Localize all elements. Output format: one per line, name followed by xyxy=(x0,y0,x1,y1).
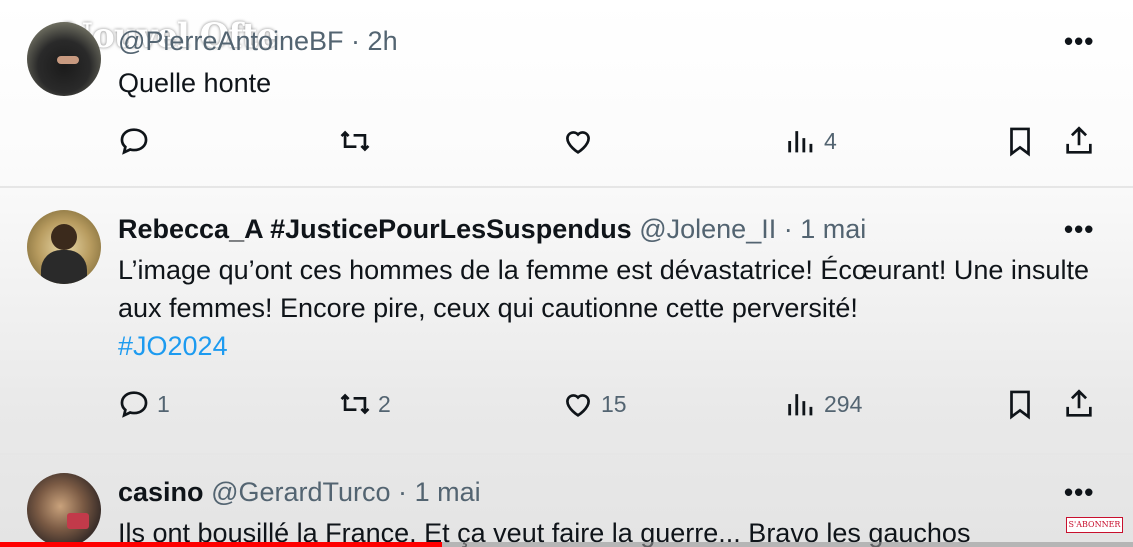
reply-button[interactable]: 1 xyxy=(117,387,170,421)
hashtag-link[interactable]: #JO2024 xyxy=(118,331,228,361)
retweet-button[interactable] xyxy=(338,124,378,158)
bookmark-button[interactable] xyxy=(1003,387,1037,421)
retweet-button[interactable]: 2 xyxy=(338,387,391,421)
like-count: 15 xyxy=(601,390,627,417)
reply-count: 1 xyxy=(157,390,170,417)
tweet-3[interactable]: casino @GerardTurco · 1 mai ••• Ils ont … xyxy=(0,455,1133,547)
separator-dot: · xyxy=(398,477,408,507)
views-icon xyxy=(788,394,813,416)
tweet-header: @PierreAntoineBF · 2h xyxy=(118,26,398,57)
timestamp[interactable]: 1 mai xyxy=(800,214,866,244)
avatar[interactable] xyxy=(27,473,101,547)
bookmark-icon xyxy=(1010,127,1030,157)
video-progress-bar[interactable] xyxy=(0,542,1133,547)
bookmark-button[interactable] xyxy=(1003,124,1037,158)
retweet-icon xyxy=(340,130,370,152)
display-name[interactable]: Rebecca_A #JusticePourLesSuspendus xyxy=(118,214,632,244)
separator-dot: · xyxy=(783,214,793,244)
reply-button[interactable] xyxy=(117,124,157,158)
tweet-header: Rebecca_A #JusticePourLesSuspendus @Jole… xyxy=(118,214,866,245)
like-button[interactable] xyxy=(561,124,601,158)
timestamp[interactable]: 1 mai xyxy=(415,477,481,507)
video-progress-fill xyxy=(0,542,442,547)
tweet-text-content: L’image qu’ont ces hommes de la femme es… xyxy=(118,255,1089,323)
tweet-1[interactable]: @PierreAntoineBF · 2h ••• Quelle honte 4 xyxy=(0,0,1133,185)
avatar[interactable] xyxy=(27,210,101,284)
tweet-actions: 1 2 15 294 xyxy=(0,387,1133,427)
views-button[interactable]: 4 xyxy=(784,124,837,158)
like-button[interactable]: 15 xyxy=(561,387,627,421)
share-icon xyxy=(1066,389,1092,417)
tweet-2[interactable]: Rebecca_A #JusticePourLesSuspendus @Jole… xyxy=(0,188,1133,452)
reply-icon xyxy=(120,391,148,418)
more-icon[interactable]: ••• xyxy=(1064,214,1094,245)
tweet-header: casino @GerardTurco · 1 mai xyxy=(118,477,481,508)
more-icon[interactable]: ••• xyxy=(1064,477,1094,508)
tweet-text: Quelle honte xyxy=(118,68,272,98)
reply-icon xyxy=(120,128,148,155)
timestamp[interactable]: 2h xyxy=(368,26,398,56)
user-handle[interactable]: @Jolene_II xyxy=(639,214,776,244)
more-icon[interactable]: ••• xyxy=(1064,26,1094,57)
retweet-icon xyxy=(340,393,370,415)
share-button[interactable] xyxy=(1062,387,1096,421)
retweet-count: 2 xyxy=(378,390,391,417)
tweet-text: L’image qu’ont ces hommes de la femme es… xyxy=(118,251,1098,365)
views-button[interactable]: 294 xyxy=(784,387,862,421)
subscribe-badge[interactable]: S'ABONNER xyxy=(1066,517,1123,533)
avatar[interactable] xyxy=(27,22,101,96)
share-icon xyxy=(1066,126,1092,154)
share-button[interactable] xyxy=(1062,124,1096,158)
views-count: 4 xyxy=(824,127,837,154)
like-icon xyxy=(566,394,590,417)
separator-dot: · xyxy=(351,26,361,56)
views-icon xyxy=(788,131,813,153)
like-icon xyxy=(566,131,590,154)
bookmark-icon xyxy=(1010,390,1030,420)
display-name[interactable]: casino xyxy=(118,477,204,507)
tweet-actions: 4 xyxy=(0,124,1133,164)
user-handle[interactable]: @PierreAntoineBF xyxy=(118,26,344,56)
user-handle[interactable]: @GerardTurco xyxy=(211,477,390,507)
views-count: 294 xyxy=(824,390,863,417)
